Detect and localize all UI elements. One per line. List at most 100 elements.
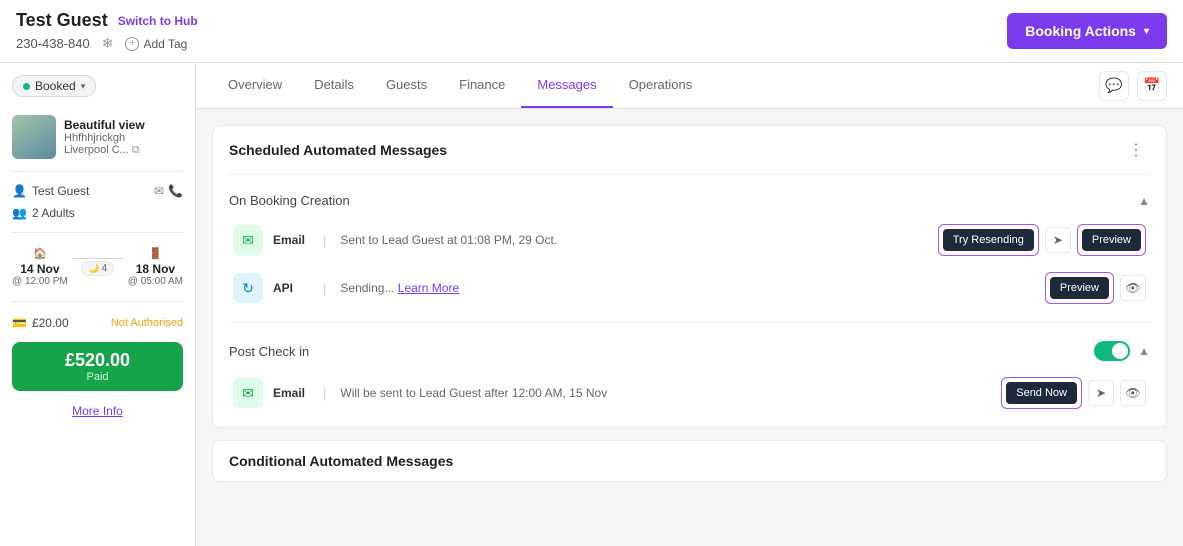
add-tag-circle-icon: +	[125, 37, 139, 51]
scheduled-messages-card: Scheduled Automated Messages ⋮ On Bookin…	[212, 125, 1167, 428]
auth-status: Not Authorised	[111, 317, 183, 329]
phone-icon[interactable]: 📞	[168, 184, 183, 198]
date-row: 🏠 14 Nov @ 12:00 PM 🌙 4 🚪 18	[12, 241, 183, 293]
email-label-1: Email	[273, 233, 309, 247]
price-row: 💳 £20.00 Not Authorised	[12, 310, 183, 336]
preview-container-1: Preview	[1077, 224, 1146, 256]
send-icon-button-2[interactable]: ➤	[1088, 380, 1114, 406]
learn-more-link[interactable]: Learn More	[398, 281, 459, 295]
tab-details[interactable]: Details	[298, 63, 370, 108]
guest-label: Test Guest	[32, 184, 89, 198]
post-checkin-controls: ▲	[1094, 341, 1150, 361]
status-label: Booked	[35, 79, 76, 93]
add-tag-button[interactable]: + Add Tag	[125, 37, 187, 51]
three-dot-menu-button[interactable]: ⋮	[1122, 138, 1150, 162]
api-icon: ↻	[233, 273, 263, 303]
tabs: Overview Details Guests Finance Messages…	[212, 63, 708, 108]
send-now-button[interactable]: Send Now	[1006, 382, 1077, 404]
email-message-row-1: ✉ Email | Sent to Lead Guest at 01:08 PM…	[229, 216, 1150, 264]
content-area: Overview Details Guests Finance Messages…	[196, 63, 1183, 546]
post-checkin-section: Post Check in ▲ ✉	[213, 323, 1166, 427]
try-resending-button[interactable]: Try Resending	[943, 229, 1034, 251]
toggle-slider	[1094, 341, 1130, 361]
tab-operations[interactable]: Operations	[613, 63, 709, 108]
tab-overview[interactable]: Overview	[212, 63, 298, 108]
post-checkin-toggle[interactable]	[1094, 341, 1130, 361]
chat-icon-button[interactable]: 💬	[1099, 71, 1129, 101]
divider-2	[12, 232, 183, 233]
add-tag-label: Add Tag	[143, 37, 187, 51]
on-booking-chevron-icon[interactable]: ▲	[1138, 194, 1150, 208]
tab-finance[interactable]: Finance	[443, 63, 521, 108]
property-id: Hhfhhjrickgh	[64, 132, 183, 144]
eye-icon-button-api[interactable]: 👁	[1120, 275, 1146, 301]
email-row-1-actions: Try Resending ➤ Preview	[938, 224, 1146, 256]
card-icon: 💳	[12, 316, 27, 330]
scheduled-messages-actions: ⋮	[1122, 138, 1150, 162]
property-card: Beautiful view Hhfhhjrickgh Liverpool C.…	[12, 115, 183, 159]
tab-guests[interactable]: Guests	[370, 63, 443, 108]
email-message-row-2: ✉ Email | Will be sent to Lead Guest aft…	[229, 369, 1150, 417]
tab-messages[interactable]: Messages	[521, 63, 612, 108]
status-badge[interactable]: Booked ▾	[12, 75, 96, 97]
post-checkin-row-actions: Send Now ➤ 👁	[1001, 377, 1146, 409]
adults-row: 👥 2 Adults	[12, 202, 183, 224]
header-left: Test Guest Switch to Hub 230-438-840 ❄ +…	[16, 10, 198, 52]
eye-icon-button-2[interactable]: 👁	[1120, 380, 1146, 406]
api-label: API	[273, 281, 309, 295]
guest-name-row: Test Guest Switch to Hub	[16, 10, 198, 31]
booking-actions-button[interactable]: Booking Actions ▾	[1007, 13, 1167, 49]
adults-icon: 👥	[12, 206, 26, 220]
preview-button-1[interactable]: Preview	[1082, 229, 1141, 251]
message-icon[interactable]: ✉	[154, 184, 164, 198]
more-info-link: More Info	[12, 397, 183, 424]
total-amount: £520.00	[24, 350, 171, 371]
email-icon: ✉	[233, 225, 263, 255]
exit-icon: 🚪	[149, 248, 163, 260]
checkin-date: 14 Nov	[12, 262, 68, 276]
adults-label: 2 Adults	[32, 206, 75, 220]
booking-actions-label: Booking Actions	[1025, 23, 1136, 39]
post-checkin-chevron-icon[interactable]: ▲	[1138, 344, 1150, 358]
separator-1: |	[323, 233, 326, 248]
send-icon-button-1[interactable]: ➤	[1045, 227, 1071, 253]
email-icon-2: ✉	[233, 378, 263, 408]
date-separator: 🌙 4	[72, 258, 124, 276]
guest-row: 👤 Test Guest ✉ 📞	[12, 180, 183, 202]
booking-id: 230-438-840	[16, 36, 90, 51]
moon-icon: 🌙	[88, 263, 99, 274]
divider-1	[12, 171, 183, 172]
checkout-date: 18 Nov	[128, 262, 183, 276]
email-label-2: Email	[273, 386, 309, 400]
status-chevron-icon: ▾	[81, 81, 86, 92]
separator-2: |	[323, 281, 326, 296]
try-resending-container: Try Resending	[938, 224, 1039, 256]
calendar-icon-button[interactable]: 📅	[1137, 71, 1167, 101]
home-icon: 🏠	[33, 248, 47, 260]
checkout-time: @ 05:00 AM	[128, 276, 183, 287]
total-box[interactable]: £520.00 Paid	[12, 342, 183, 391]
checkin-block: 🏠 14 Nov @ 12:00 PM	[12, 247, 68, 287]
snowflake-icon[interactable]: ❄	[102, 35, 114, 52]
guest-name: Test Guest	[16, 10, 108, 31]
preview-container-2: Preview	[1045, 272, 1114, 304]
property-thumb-image	[12, 115, 56, 159]
main-layout: Booked ▾ Beautiful view Hhfhhjrickgh Liv…	[0, 63, 1183, 546]
nights-count: 4	[102, 263, 108, 274]
property-location: Liverpool C... ⧉	[64, 144, 183, 157]
price-value: £20.00	[32, 316, 69, 330]
price-label: 💳 £20.00	[12, 316, 69, 330]
preview-button-2[interactable]: Preview	[1050, 277, 1109, 299]
conditional-messages-header: Conditional Automated Messages	[213, 441, 1166, 481]
send-now-container: Send Now	[1001, 377, 1082, 409]
switch-hub-link[interactable]: Switch to Hub	[118, 14, 198, 28]
checkout-block: 🚪 18 Nov @ 05:00 AM	[128, 247, 183, 287]
guest-sub: 230-438-840 ❄ + Add Tag	[16, 35, 198, 52]
api-message-row: ↻ API | Sending... Learn More Preview	[229, 264, 1150, 312]
more-info-anchor[interactable]: More Info	[72, 404, 123, 418]
copy-icon[interactable]: ⧉	[132, 144, 140, 157]
date-line	[72, 258, 124, 259]
chevron-down-icon: ▾	[1144, 26, 1149, 37]
post-checkin-title: Post Check in	[229, 344, 309, 359]
conditional-messages-card: Conditional Automated Messages	[212, 440, 1167, 482]
